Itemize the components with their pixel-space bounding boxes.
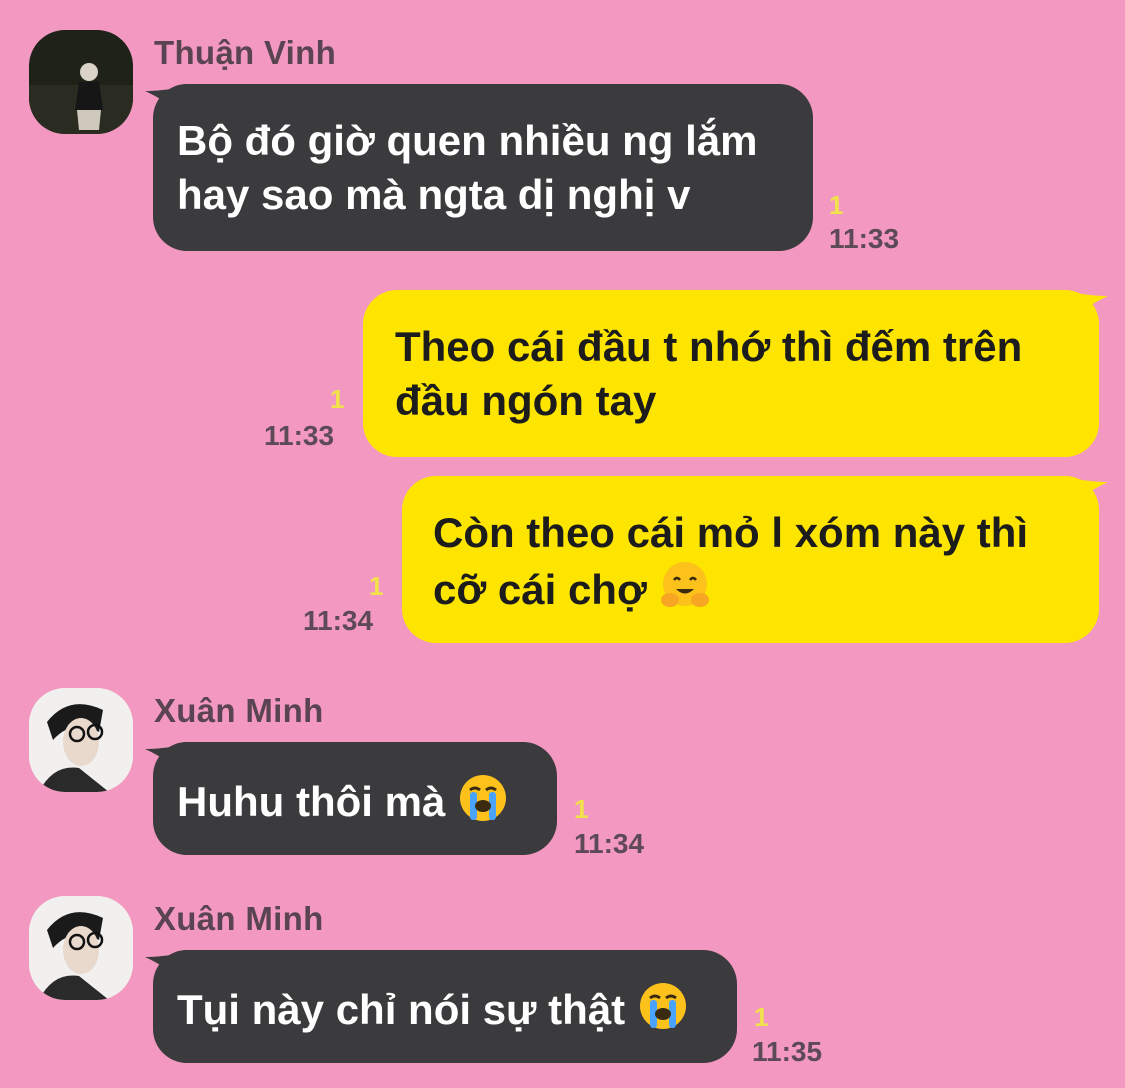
sender-name: Xuân Minh xyxy=(154,900,324,937)
loudly-crying-face-emoji-icon xyxy=(637,980,689,1032)
message-time: 11:34 xyxy=(303,605,374,636)
message-text-line: Còn theo cái mỏ l xóm này thì xyxy=(433,509,1029,556)
message-text-line: Bộ đó giờ quen nhiều ng lắm xyxy=(177,117,758,164)
avatar-thuan-vinh[interactable] xyxy=(29,30,133,134)
message-text-line: Theo cái đầu t nhớ thì đếm trên xyxy=(395,323,1023,370)
message-text-line: đầu ngón tay xyxy=(395,377,657,424)
message-time: 11:33 xyxy=(264,420,335,451)
avatar-xuan-minh[interactable] xyxy=(29,688,133,792)
message-bubble[interactable]: Huhu thôi mà xyxy=(153,742,557,855)
message-text-line: cỡ cái chợ xyxy=(433,566,647,613)
unread-count: 1 xyxy=(829,190,844,220)
unread-count: 1 xyxy=(330,384,345,414)
message-text-line: Huhu thôi mà xyxy=(177,778,446,825)
message-bubble[interactable]: Còn theo cái mỏ l xóm này thì cỡ cái chợ xyxy=(402,476,1099,643)
sender-name: Xuân Minh xyxy=(154,692,324,729)
message-bubble[interactable]: Theo cái đầu t nhớ thì đếm trên đầu ngón… xyxy=(363,290,1099,457)
message-bubble[interactable]: Bộ đó giờ quen nhiều ng lắm hay sao mà n… xyxy=(153,84,813,251)
message-bubble[interactable]: Tụi này chỉ nói sự thật xyxy=(153,950,737,1063)
message-time: 11:35 xyxy=(752,1036,823,1067)
hugging-face-emoji-icon xyxy=(659,560,711,612)
message-time: 11:33 xyxy=(829,223,900,254)
message-text-line: hay sao mà ngta dị nghị v xyxy=(177,171,691,218)
unread-count: 1 xyxy=(574,794,589,824)
unread-count: 1 xyxy=(369,571,384,601)
sender-name: Thuận Vinh xyxy=(154,34,337,71)
avatar-xuan-minh[interactable] xyxy=(29,896,133,1000)
loudly-crying-face-emoji-icon xyxy=(457,772,509,824)
message-text-line: Tụi này chỉ nói sự thật xyxy=(177,986,626,1033)
message-time: 11:34 xyxy=(574,828,645,859)
unread-count: 1 xyxy=(754,1002,769,1032)
